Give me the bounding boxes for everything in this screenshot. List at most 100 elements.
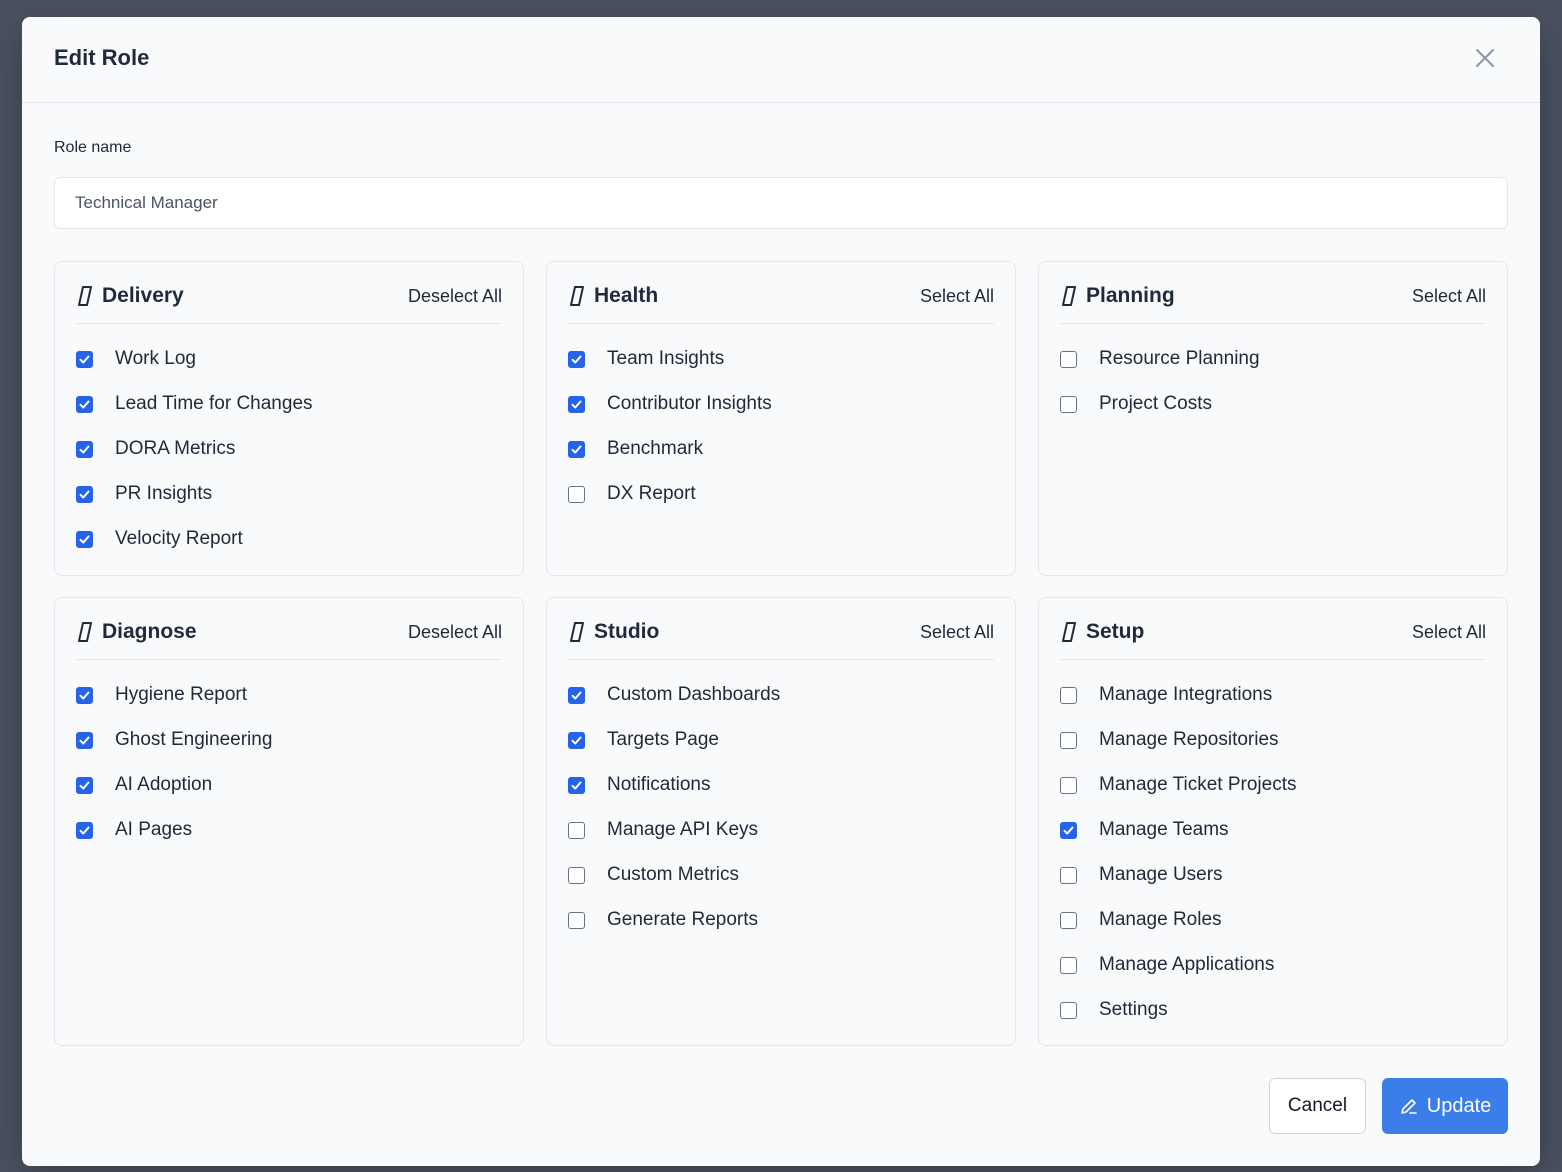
permission-label: Generate Reports bbox=[607, 909, 759, 930]
permission-item[interactable]: AI Pages bbox=[76, 815, 192, 845]
permission-item[interactable]: Manage Applications bbox=[1060, 950, 1274, 980]
permission-item[interactable]: Manage Integrations bbox=[1060, 680, 1272, 710]
permission-checkbox[interactable] bbox=[568, 686, 585, 704]
permission-label: Work Log bbox=[115, 348, 196, 369]
select-all-button[interactable]: Select All bbox=[920, 622, 994, 643]
permission-item[interactable]: Work Log bbox=[76, 344, 196, 374]
permission-checkbox[interactable] bbox=[76, 395, 93, 413]
card-title: Delivery bbox=[102, 284, 184, 307]
card-header: Diagnose Deselect All bbox=[76, 598, 502, 660]
slash-icon bbox=[1062, 622, 1076, 642]
permission-checkbox[interactable] bbox=[568, 485, 585, 503]
permission-label: Manage Repositories bbox=[1099, 729, 1279, 750]
close-icon bbox=[1476, 49, 1494, 67]
permission-item[interactable]: Hygiene Report bbox=[76, 680, 247, 710]
permission-checkbox[interactable] bbox=[1060, 1001, 1077, 1019]
permission-item[interactable]: AI Adoption bbox=[76, 770, 212, 800]
permission-checkbox[interactable] bbox=[76, 350, 93, 368]
permission-item[interactable]: Contributor Insights bbox=[568, 389, 772, 419]
permission-checkbox[interactable] bbox=[76, 776, 93, 794]
permission-item[interactable]: Ghost Engineering bbox=[76, 725, 272, 755]
permission-checkbox[interactable] bbox=[1060, 956, 1077, 974]
permission-checkbox[interactable] bbox=[1060, 686, 1077, 704]
permission-label: Targets Page bbox=[607, 729, 719, 750]
permission-checkbox[interactable] bbox=[76, 485, 93, 503]
deselect-all-button[interactable]: Deselect All bbox=[408, 286, 502, 307]
permission-checkbox[interactable] bbox=[76, 530, 93, 548]
permission-checkbox[interactable] bbox=[568, 440, 585, 458]
permission-item[interactable]: Benchmark bbox=[568, 434, 703, 464]
permission-item[interactable]: Project Costs bbox=[1060, 389, 1212, 419]
permission-item[interactable]: Manage API Keys bbox=[568, 815, 758, 845]
permission-item[interactable]: Notifications bbox=[568, 770, 711, 800]
permission-label: Manage Roles bbox=[1099, 909, 1222, 930]
permission-item[interactable]: Generate Reports bbox=[568, 905, 758, 935]
cancel-button[interactable]: Cancel bbox=[1269, 1078, 1366, 1134]
permission-label: Lead Time for Changes bbox=[115, 393, 313, 414]
permission-label: Project Costs bbox=[1099, 393, 1212, 414]
permission-item[interactable]: PR Insights bbox=[76, 479, 212, 509]
permission-item[interactable]: Targets Page bbox=[568, 725, 719, 755]
permission-label: Velocity Report bbox=[115, 528, 243, 549]
permission-checkbox[interactable] bbox=[1060, 731, 1077, 749]
permission-item[interactable]: Manage Teams bbox=[1060, 815, 1229, 845]
check-icon bbox=[79, 400, 90, 408]
pencil-icon bbox=[1400, 1099, 1417, 1114]
check-icon bbox=[79, 691, 90, 699]
check-icon bbox=[571, 400, 582, 408]
close-button[interactable] bbox=[1474, 47, 1496, 69]
permission-checkbox[interactable] bbox=[1060, 911, 1077, 929]
permission-checkbox[interactable] bbox=[568, 911, 585, 929]
permission-label: Manage Users bbox=[1099, 864, 1223, 885]
permission-label: Ghost Engineering bbox=[115, 729, 273, 750]
permission-checkbox[interactable] bbox=[76, 686, 93, 704]
select-all-button[interactable]: Select All bbox=[1412, 622, 1486, 643]
permission-checkbox[interactable] bbox=[76, 440, 93, 458]
permission-checkbox[interactable] bbox=[568, 731, 585, 749]
permission-checkbox[interactable] bbox=[568, 350, 585, 368]
permission-checkbox[interactable] bbox=[568, 395, 585, 413]
permission-item[interactable]: Custom Metrics bbox=[568, 860, 739, 890]
permission-item[interactable]: Settings bbox=[1060, 995, 1168, 1025]
permission-label: Manage Integrations bbox=[1099, 684, 1273, 705]
permission-checkbox[interactable] bbox=[76, 821, 93, 839]
check-icon bbox=[79, 355, 90, 363]
slash-icon bbox=[78, 286, 92, 306]
permission-checkbox[interactable] bbox=[1060, 866, 1077, 884]
permission-item[interactable]: Manage Repositories bbox=[1060, 725, 1279, 755]
select-all-button[interactable]: Select All bbox=[920, 286, 994, 307]
card-title: Studio bbox=[594, 620, 660, 643]
permission-item[interactable]: Lead Time for Changes bbox=[76, 389, 313, 419]
permission-checkbox[interactable] bbox=[76, 731, 93, 749]
slash-icon bbox=[570, 622, 584, 642]
check-icon bbox=[571, 355, 582, 363]
permission-item[interactable]: Team Insights bbox=[568, 344, 724, 374]
permission-checkbox[interactable] bbox=[568, 866, 585, 884]
permission-checkbox[interactable] bbox=[1060, 395, 1077, 413]
permission-item[interactable]: Manage Ticket Projects bbox=[1060, 770, 1296, 800]
check-icon bbox=[79, 535, 90, 543]
select-all-button[interactable]: Select All bbox=[1412, 286, 1486, 307]
update-button[interactable]: Update bbox=[1382, 1078, 1508, 1134]
permission-label: Team Insights bbox=[607, 348, 725, 369]
permission-label: Custom Metrics bbox=[607, 864, 739, 885]
permission-item[interactable]: Resource Planning bbox=[1060, 344, 1260, 374]
permission-item[interactable]: Custom Dashboards bbox=[568, 680, 780, 710]
deselect-all-button[interactable]: Deselect All bbox=[408, 622, 502, 643]
permission-checkbox[interactable] bbox=[1060, 821, 1077, 839]
check-icon bbox=[571, 781, 582, 789]
permission-item[interactable]: DORA Metrics bbox=[76, 434, 235, 464]
check-icon bbox=[79, 490, 90, 498]
permission-item[interactable]: Manage Roles bbox=[1060, 905, 1222, 935]
permission-checkbox[interactable] bbox=[568, 776, 585, 794]
permission-item[interactable]: Velocity Report bbox=[76, 524, 243, 554]
check-icon bbox=[1063, 826, 1074, 834]
role-name-input[interactable] bbox=[54, 177, 1508, 229]
permission-item[interactable]: DX Report bbox=[568, 479, 696, 509]
permission-item[interactable]: Manage Users bbox=[1060, 860, 1223, 890]
permission-label: AI Adoption bbox=[115, 774, 213, 795]
permission-checkbox[interactable] bbox=[1060, 350, 1077, 368]
permission-checkbox[interactable] bbox=[1060, 776, 1077, 794]
permission-checkbox[interactable] bbox=[568, 821, 585, 839]
card-delivery: Delivery Deselect All Work Log Lead Time fo… bbox=[54, 261, 524, 576]
